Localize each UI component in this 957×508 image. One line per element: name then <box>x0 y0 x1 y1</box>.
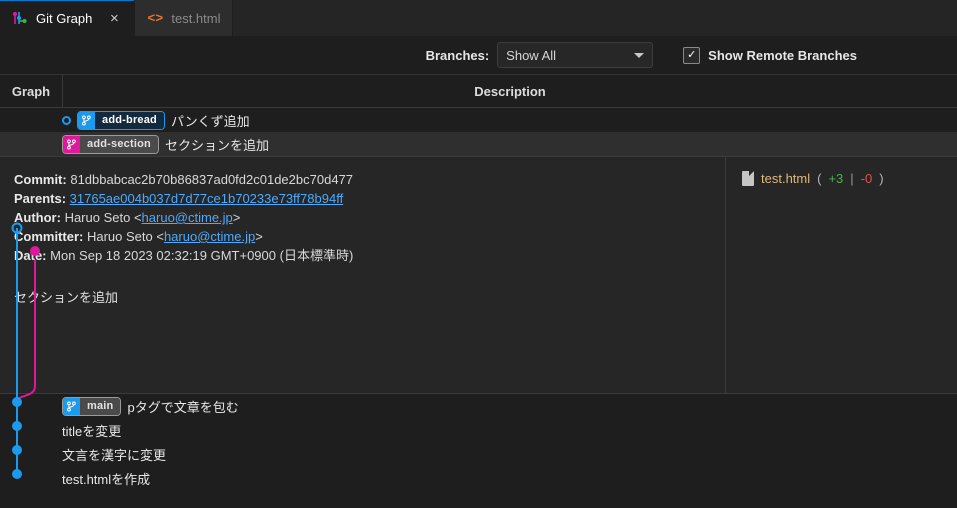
commit-node-icon <box>62 115 71 125</box>
angle-open: < <box>156 229 164 244</box>
author-name: Haruo Seto <box>64 210 131 225</box>
branch-ref-add-section[interactable]: add-section <box>62 134 159 154</box>
branch-ref-main[interactable]: main <box>62 396 122 416</box>
chevron-down-icon <box>634 52 645 58</box>
column-header-description[interactable]: Description <box>63 84 957 99</box>
parent-hash-link[interactable]: 31765ae004b037d7d77ce1b70233e73ff78b94ff <box>70 191 344 206</box>
date-key: Date: <box>14 248 47 263</box>
commit-message: パンくず追加 <box>170 113 250 129</box>
parents-key: Parents: <box>14 191 67 206</box>
commit-body-message: セクションを追加 <box>14 290 119 305</box>
changed-file-name[interactable]: test.html <box>761 171 810 186</box>
commit-hash-key: Commit: <box>14 172 67 187</box>
angle-close: > <box>255 229 263 244</box>
author-key: Author: <box>14 210 61 225</box>
branch-icon <box>63 135 80 153</box>
committer-key: Committer: <box>14 229 84 244</box>
tab-label: Git Graph <box>36 10 93 26</box>
branch-ref-add-bread[interactable]: add-bread <box>77 110 165 130</box>
commit-row-content: main pタグで文章を包む <box>62 394 239 418</box>
commit-detail-panel: Commit: 81dbbabcac2b70b86837ad0fd2c01de2… <box>0 156 957 394</box>
parents-line: Parents: 31765ae004b037d7d77ce1b70233e73… <box>14 190 725 208</box>
commit-message: 文言を漢字に変更 <box>62 447 167 463</box>
commit-list: add-bread パンくず追加 add-section セクションを追加 Co… <box>0 108 957 490</box>
branches-selected-value: Show All <box>506 47 557 63</box>
commit-row[interactable]: add-section セクションを追加 <box>0 132 957 156</box>
branches-select[interactable]: Show All <box>497 42 654 68</box>
branch-ref-label: add-bread <box>95 111 164 129</box>
commit-message: pタグで文章を包む <box>127 399 239 415</box>
branches-label: Branches: <box>425 47 490 63</box>
column-header-graph[interactable]: Graph <box>0 75 63 107</box>
commit-row-content: 文言を漢字に変更 <box>62 442 166 466</box>
changed-files-panel: test.html ( +3 | -0 ) <box>726 157 957 393</box>
commit-row-content: add-section セクションを追加 <box>62 132 269 156</box>
commit-row[interactable]: main pタグで文章を包む <box>0 394 957 418</box>
commit-metadata: Commit: 81dbbabcac2b70b86837ad0fd2c01de2… <box>0 157 726 393</box>
branch-ref-label: main <box>80 397 121 415</box>
git-graph-icon <box>12 10 28 26</box>
commit-hash-value: 81dbbabcac2b70b86837ad0fd2c01de2bc70d477 <box>70 172 354 187</box>
commit-row[interactable]: titleを変更 <box>0 418 957 442</box>
branches-filter: Branches: Show All <box>426 42 654 68</box>
lines-added: +3 <box>828 171 844 186</box>
tab-git-graph[interactable]: Git Graph × <box>0 0 136 36</box>
stats-open-paren: ( <box>817 171 822 186</box>
commit-message: test.htmlを作成 <box>62 471 151 487</box>
author-line: Author: Haruo Seto <haruo@ctime.jp> <box>14 209 725 227</box>
angle-close: > <box>232 210 241 225</box>
author-email-link[interactable]: haruo@ctime.jp <box>142 210 233 225</box>
committer-email-link[interactable]: haruo@ctime.jp <box>164 229 255 244</box>
show-remote-branches-group[interactable]: ✓ Show Remote Branches <box>683 46 857 64</box>
committer-line: Committer: Haruo Seto <haruo@ctime.jp> <box>14 228 725 246</box>
changed-file-row[interactable]: test.html ( +3 | -0 ) <box>742 171 957 186</box>
lines-removed: -0 <box>860 171 873 186</box>
tab-test-html[interactable]: <> test.html <box>135 0 234 36</box>
commit-row[interactable]: add-bread パンくず追加 <box>0 108 957 132</box>
stats-divider: | <box>850 171 854 186</box>
show-remote-branches-label: Show Remote Branches <box>708 47 857 63</box>
commit-hash-line: Commit: 81dbbabcac2b70b86837ad0fd2c01de2… <box>14 171 725 189</box>
tab-label: test.html <box>171 10 221 26</box>
branch-ref-label: add-section <box>80 135 158 153</box>
commit-row-content: test.htmlを作成 <box>62 466 150 490</box>
date-value: Mon Sep 18 2023 02:32:19 GMT+0900 (日本標準時… <box>50 248 354 263</box>
close-icon[interactable]: × <box>106 11 122 26</box>
html-file-icon: <> <box>147 10 164 26</box>
tab-bar: Git Graph × <> test.html <box>0 0 957 36</box>
commit-row[interactable]: 文言を漢字に変更 <box>0 442 957 466</box>
tab-bar-filler <box>233 0 957 36</box>
control-bar: Branches: Show All ✓ Show Remote Branche… <box>0 36 957 74</box>
stats-close-paren: ) <box>879 171 884 186</box>
branch-icon <box>63 397 80 415</box>
show-remote-branches-checkbox[interactable]: ✓ <box>683 46 701 64</box>
commit-message: titleを変更 <box>62 423 122 439</box>
date-line: Date: Mon Sep 18 2023 02:32:19 GMT+0900 … <box>14 247 725 265</box>
branch-icon <box>78 111 95 129</box>
commit-message: セクションを追加 <box>164 137 269 153</box>
table-header: Graph Description <box>0 74 957 108</box>
file-icon <box>742 171 754 186</box>
commit-row[interactable]: test.htmlを作成 <box>0 466 957 490</box>
angle-open: < <box>133 210 142 225</box>
commit-row-content: titleを変更 <box>62 418 121 442</box>
committer-name: Haruo Seto <box>86 229 153 244</box>
commit-row-content: add-bread パンくず追加 <box>62 108 250 132</box>
